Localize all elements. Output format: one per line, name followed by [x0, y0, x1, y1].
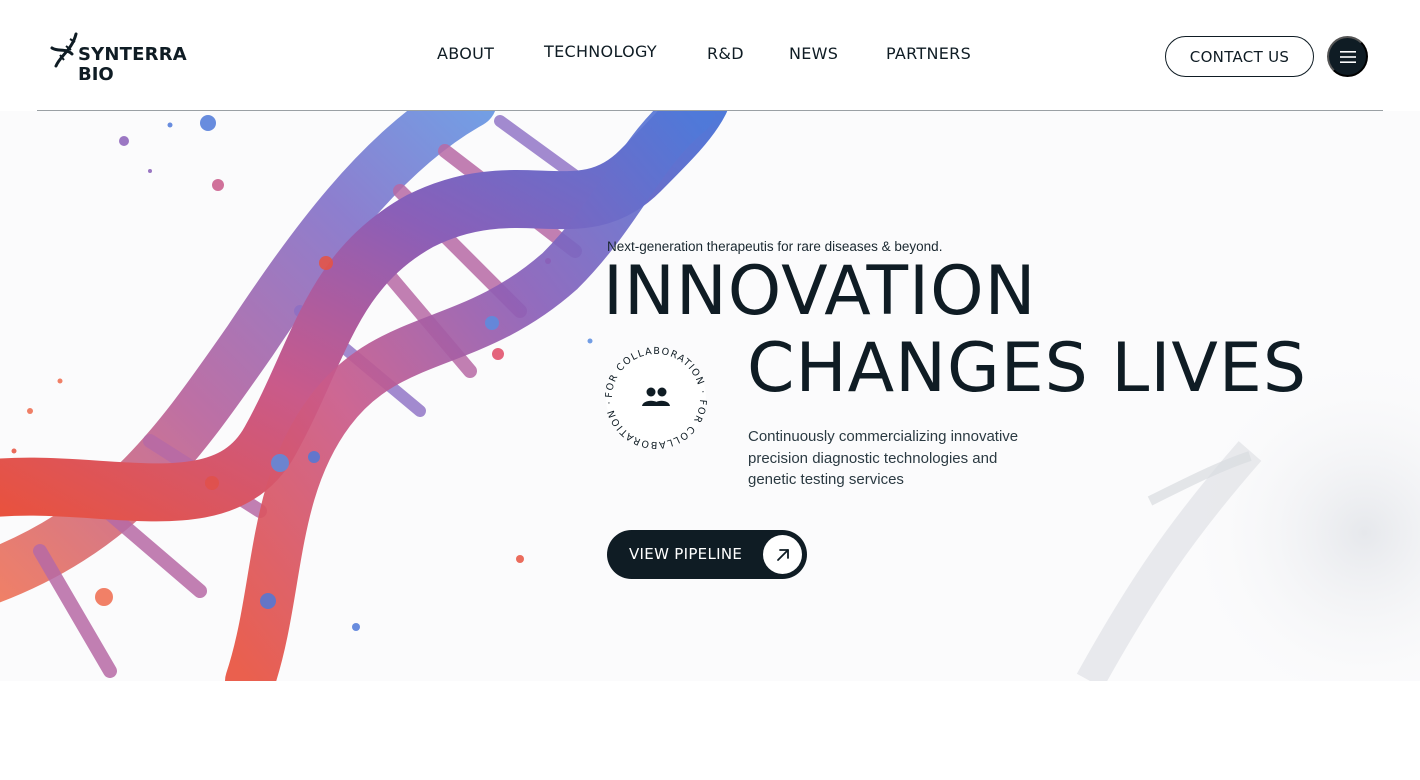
menu-button[interactable]: [1327, 36, 1368, 77]
brand-logo[interactable]: SYNTERRA BIO: [50, 30, 200, 86]
view-pipeline-label: VIEW PIPELINE: [629, 545, 743, 563]
hero-description: Continuously commercializing innovative …: [748, 428, 1019, 488]
hero-headline-line2: CHANGES LIVES: [747, 329, 1308, 408]
contact-us-button[interactable]: CONTACT US: [1165, 36, 1314, 77]
brand-name: SYNTERRA: [78, 44, 187, 65]
hamburger-icon: [1339, 50, 1356, 63]
nav-item-rnd[interactable]: R&D: [707, 44, 744, 63]
site-header: SYNTERRA BIO ABOUT TECHNOLOGY R&D NEWS P…: [0, 0, 1420, 112]
arrow-up-right-icon: [763, 535, 802, 574]
dna-logo-icon: [50, 32, 78, 68]
nav-item-partners[interactable]: PARTNERS: [886, 44, 971, 63]
view-pipeline-button[interactable]: VIEW PIPELINE: [607, 530, 807, 579]
nav-item-about[interactable]: ABOUT: [437, 44, 494, 63]
people-icon: [642, 387, 670, 406]
nav-item-news[interactable]: NEWS: [789, 44, 838, 63]
brand-suffix: BIO: [78, 64, 114, 85]
nav-item-technology[interactable]: TECHNOLOGY: [544, 42, 657, 61]
hero-headline-line1: INNOVATION: [603, 252, 1037, 331]
